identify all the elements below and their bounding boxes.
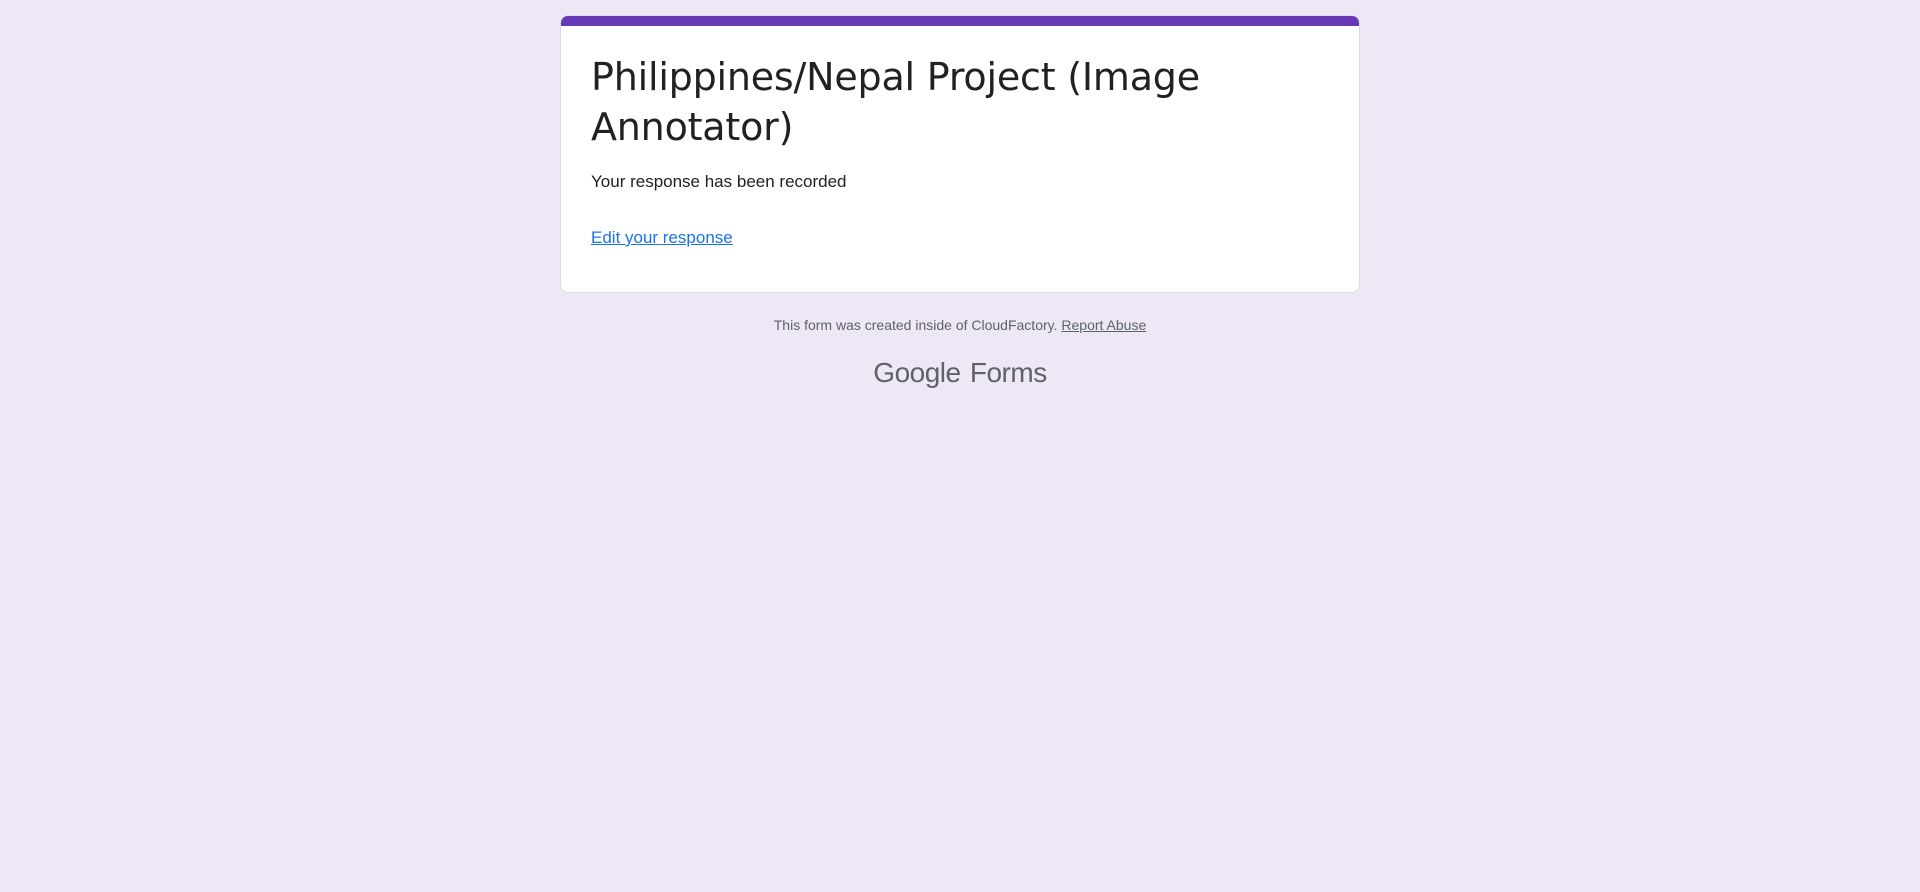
response-card: Philippines/Nepal Project (Image Annotat… [560,15,1360,293]
google-wordmark: Google [873,357,961,388]
page: { "form": { "title": "Philippines/Nepal … [0,0,1920,892]
edit-response-link[interactable]: Edit your response [591,226,733,250]
confirmation-message: Your response has been recorded [591,172,847,191]
card-content: Philippines/Nepal Project (Image Annotat… [561,26,1359,250]
forms-wordmark: Forms [969,357,1047,388]
footer-note: This form was created inside of CloudFac… [560,315,1360,335]
footer-created-text: This form was created inside of CloudFac… [773,317,1058,333]
form-title: Philippines/Nepal Project (Image Annotat… [591,55,1200,149]
card-accent-bar [561,16,1359,26]
form-container: Philippines/Nepal Project (Image Annotat… [560,15,1360,388]
report-abuse-link[interactable]: Report Abuse [1061,317,1146,333]
google-forms-logo[interactable]: Google Forms [560,356,1360,390]
